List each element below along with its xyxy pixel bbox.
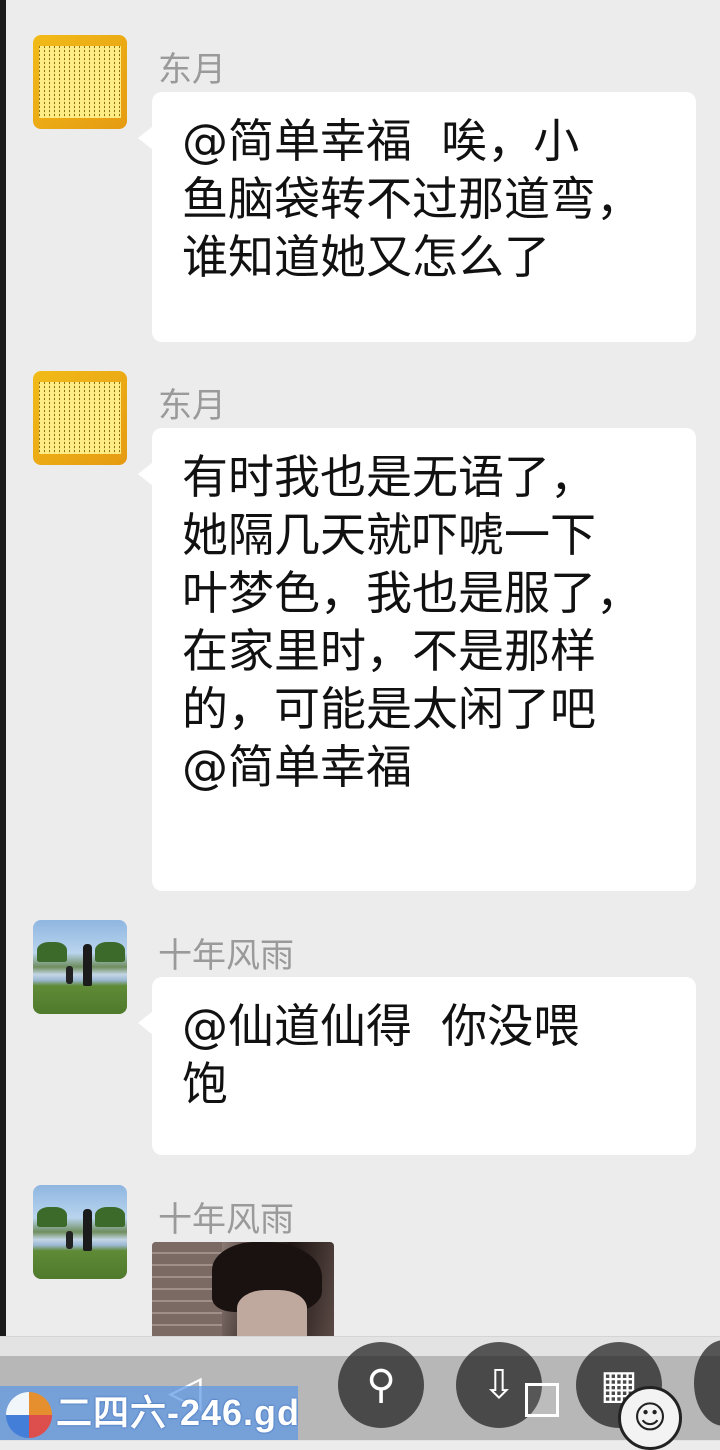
avatar[interactable] (33, 371, 127, 465)
left-edge-strip (0, 0, 6, 1440)
avatar[interactable] (33, 1185, 127, 1279)
image-message[interactable] (152, 1242, 334, 1336)
avatar[interactable] (33, 920, 127, 1014)
avatar[interactable] (33, 35, 127, 129)
sender-name: 十年风雨 (158, 1200, 294, 1240)
square-icon[interactable] (525, 1383, 559, 1417)
message-bubble[interactable]: @仙道仙得 你没喂 饱 (138, 977, 696, 1155)
watermark-text: 二四六-246.gd (56, 1392, 301, 1433)
watermark-logo-icon (6, 1392, 52, 1438)
emoji-icon[interactable]: ☺ (618, 1386, 682, 1450)
sender-name: 东月 (158, 386, 226, 426)
bicycle-icon[interactable]: ⚲ (338, 1342, 424, 1428)
message-bubble[interactable]: @简单幸福 唉，小 鱼脑袋转不过那道弯， 谁知道她又怎么了 (138, 92, 696, 342)
sender-name: 十年风雨 (158, 936, 294, 976)
sender-name: 东月 (158, 50, 226, 90)
message-bubble[interactable]: 有时我也是无语了， 她隔几天就吓唬一下 叶梦色，我也是服了， 在家里时，不是那样… (138, 428, 696, 891)
